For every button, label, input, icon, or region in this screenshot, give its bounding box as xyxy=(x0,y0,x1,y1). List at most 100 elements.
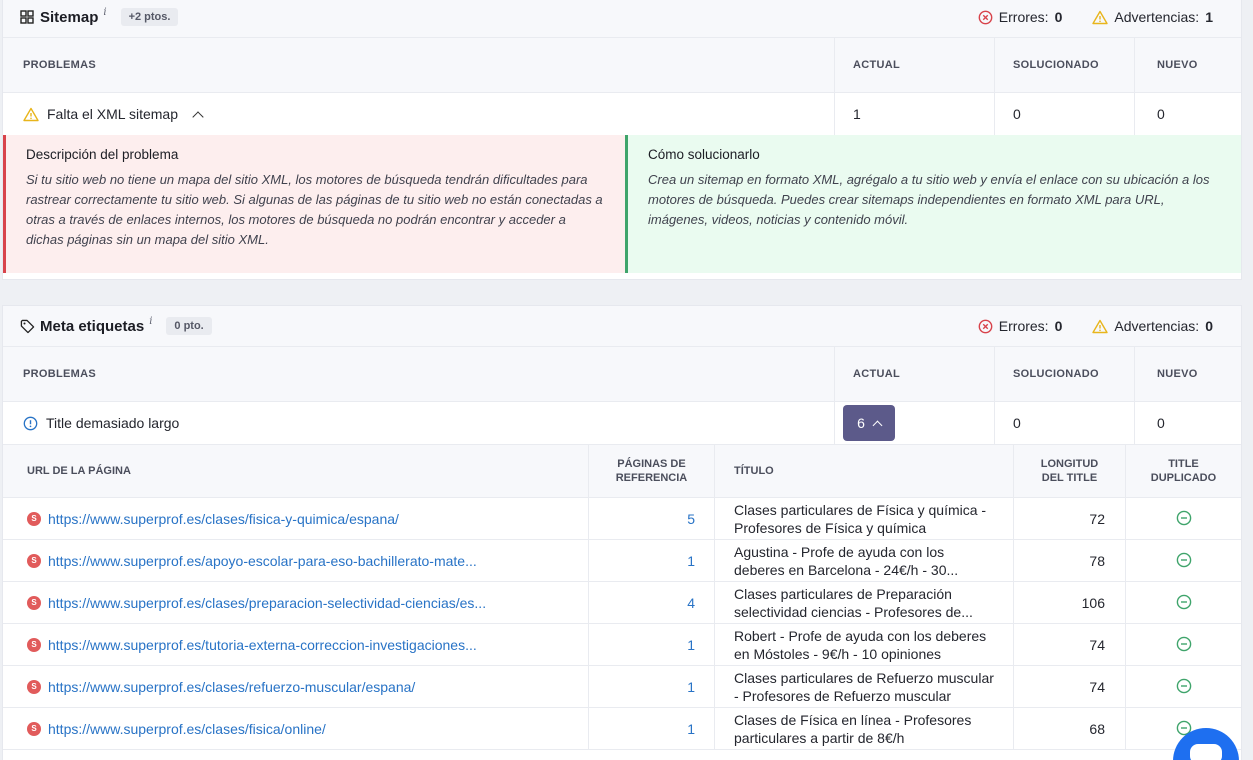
actual-toggle-button[interactable]: 6 xyxy=(843,405,895,441)
col-title-length: LONGITUD DEL TITLE xyxy=(1014,445,1126,497)
col-duplicate-title: TITLE DUPLICADO xyxy=(1150,458,1217,484)
page-url-link[interactable]: https://www.superprof.es/clases/refuerzo… xyxy=(48,679,415,695)
title-cell: Clases de Física en línea - Profesores pa… xyxy=(715,708,1014,749)
issue-cell: Falta el XML sitemap xyxy=(3,93,835,135)
description-text: Si tu sitio web no tiene un mapa del sit… xyxy=(26,172,603,247)
warnings-value: 1 xyxy=(1205,9,1213,25)
actual-count: 6 xyxy=(857,415,865,431)
title-line: - Profesores de Refuerzo muscular xyxy=(734,687,952,704)
points-badge: +2 ptos. xyxy=(120,8,179,26)
pages-table-header: URL DE LA PÁGINA PÁGINAS DE REFERENCIA TÍ… xyxy=(3,444,1241,498)
referring-pages-link[interactable]: 5 xyxy=(589,498,715,539)
error-icon xyxy=(978,10,993,24)
issue-toggle[interactable]: Falta el XML sitemap xyxy=(23,106,204,123)
description-title: Descripción del problema xyxy=(26,147,179,162)
warnings-value: 0 xyxy=(1205,318,1213,334)
col-problems: PROBLEMAS xyxy=(3,347,835,401)
errors-label: Errores: xyxy=(998,9,1049,25)
title-length: 72 xyxy=(1014,498,1126,539)
info-icon[interactable]: i xyxy=(103,7,106,18)
favicon-icon: S xyxy=(27,721,41,736)
errors-value: 0 xyxy=(1054,9,1063,25)
title-cell: Clases particulares de Preparación select… xyxy=(715,582,1014,623)
title-cell: Robert - Profe de ayuda con los deberes e… xyxy=(715,624,1014,665)
url-cell: Shttps://www.superprof.es/clases/refuerz… xyxy=(3,666,589,707)
col-problems: PROBLEMAS xyxy=(3,38,835,92)
title-length: 74 xyxy=(1014,624,1126,665)
minus-circle-icon xyxy=(1176,594,1191,610)
page-url-link[interactable]: https://www.superprof.es/clases/fisica/o… xyxy=(48,721,326,737)
issue-row[interactable]: Title demasiado largo 6 0 0 xyxy=(3,402,1241,444)
fix-text: Crea un sitemap en formato XML, agrégalo… xyxy=(648,172,1210,227)
referring-pages-link[interactable]: 1 xyxy=(589,540,715,581)
col-page-url: URL DE LA PÁGINA xyxy=(3,445,589,497)
error-icon xyxy=(978,319,993,333)
title-line: en Móstoles - 9€/h - 10 opiniones xyxy=(734,645,942,662)
problems-table-header: PROBLEMAS ACTUAL SOLUCIONADO NUEVO xyxy=(3,37,1241,93)
fix-title: Cómo solucionarlo xyxy=(648,147,760,162)
duplicate-cell xyxy=(1126,624,1241,665)
warnings-count: Advertencias: 0 xyxy=(1092,318,1213,334)
col-referring-pages: PÁGINAS DE REFERENCIA xyxy=(589,445,715,497)
col-solved: SOLUCIONADO xyxy=(995,38,1135,92)
chevron-up-icon xyxy=(872,420,883,430)
issue-label: Falta el XML sitemap xyxy=(47,106,178,122)
issue-solved: 0 xyxy=(995,93,1135,135)
referring-pages-link[interactable]: 4 xyxy=(589,582,715,623)
warnings-label: Advertencias: xyxy=(1114,9,1200,25)
meta-header: Meta etiquetas i 0 pto. Errores: 0 Advert… xyxy=(3,306,1241,346)
title-line: Clases de Física en línea - Profesores xyxy=(734,711,972,728)
page-url-link[interactable]: https://www.superprof.es/clases/fisica-y… xyxy=(48,511,399,527)
minus-circle-icon xyxy=(1176,510,1191,526)
page-url-link[interactable]: https://www.superprof.es/tutoria-externa… xyxy=(48,637,477,653)
url-cell: Shttps://www.superprof.es/clases/prepara… xyxy=(3,582,589,623)
duplicate-cell xyxy=(1126,540,1241,581)
title-line: Agustina - Profe de ayuda con los xyxy=(734,543,945,560)
favicon-icon: S xyxy=(27,679,41,694)
errors-count: Errores: 0 xyxy=(978,9,1063,25)
meta-tags-section: Meta etiquetas i 0 pto. Errores: 0 Advert… xyxy=(2,305,1242,760)
grid-icon xyxy=(19,9,35,25)
section-title: Meta etiquetas xyxy=(40,317,145,335)
warnings-count: Advertencias: 1 xyxy=(1092,9,1213,25)
errors-label: Errores: xyxy=(998,318,1049,334)
table-row: Shttps://www.superprof.es/clases/refuerz… xyxy=(3,666,1241,708)
info-icon[interactable]: i xyxy=(149,316,152,327)
page-url-link[interactable]: https://www.superprof.es/apoyo-escolar-p… xyxy=(48,553,477,569)
url-cell: Shttps://www.superprof.es/apoyo-escolar-… xyxy=(3,540,589,581)
favicon-icon: S xyxy=(27,637,41,652)
problem-description: Descripción del problema Si tu sitio web… xyxy=(3,135,625,273)
referring-pages-link[interactable]: 1 xyxy=(589,624,715,665)
favicon-icon: S xyxy=(27,511,41,526)
issue-counts: Errores: 0 Advertencias: 0 xyxy=(978,306,1213,346)
title-cell: Agustina - Profe de ayuda con los deberes… xyxy=(715,540,1014,581)
referring-pages-link[interactable]: 1 xyxy=(589,666,715,707)
errors-count: Errores: 0 xyxy=(978,318,1062,334)
table-row: Shttps://www.superprof.es/clases/fisica/… xyxy=(3,708,1241,750)
col-actual: ACTUAL xyxy=(835,347,995,401)
title-line: Profesores de Física y química xyxy=(734,519,927,536)
table-row: Shttps://www.superprof.es/clases/prepara… xyxy=(3,582,1241,624)
how-to-fix: Cómo solucionarlo Crea un sitemap en for… xyxy=(625,135,1241,273)
warning-icon xyxy=(1092,319,1109,333)
title-line: Clases particulares de Refuerzo muscular xyxy=(734,669,994,686)
issue-label: Title demasiado largo xyxy=(46,415,180,431)
page-url-link[interactable]: https://www.superprof.es/clases/preparac… xyxy=(48,595,486,611)
issue-counts: Errores: 0 Advertencias: 1 xyxy=(978,0,1213,37)
title-length: 68 xyxy=(1014,708,1126,749)
url-cell: Shttps://www.superprof.es/clases/fisica/… xyxy=(3,708,589,749)
url-cell: Shttps://www.superprof.es/tutoria-extern… xyxy=(3,624,589,665)
issue-toggle[interactable]: Title demasiado largo xyxy=(23,415,179,431)
issue-new: 0 xyxy=(1157,415,1165,431)
warnings-label: Advertencias: xyxy=(1114,318,1200,334)
title-length: 78 xyxy=(1014,540,1126,581)
table-row: Shttps://www.superprof.es/tutoria-extern… xyxy=(3,624,1241,666)
issue-row[interactable]: Falta el XML sitemap 1 0 0 xyxy=(3,93,1241,135)
points-badge: 0 pto. xyxy=(166,317,212,335)
referring-pages-link[interactable]: 1 xyxy=(589,708,715,749)
chevron-up-icon xyxy=(192,110,204,123)
tag-icon xyxy=(19,318,35,334)
title-line: Clases particulares de Física y química … xyxy=(734,501,987,518)
title-line: selectividad ciencias - Profesores de... xyxy=(734,603,973,620)
info-circle-icon xyxy=(23,416,38,430)
